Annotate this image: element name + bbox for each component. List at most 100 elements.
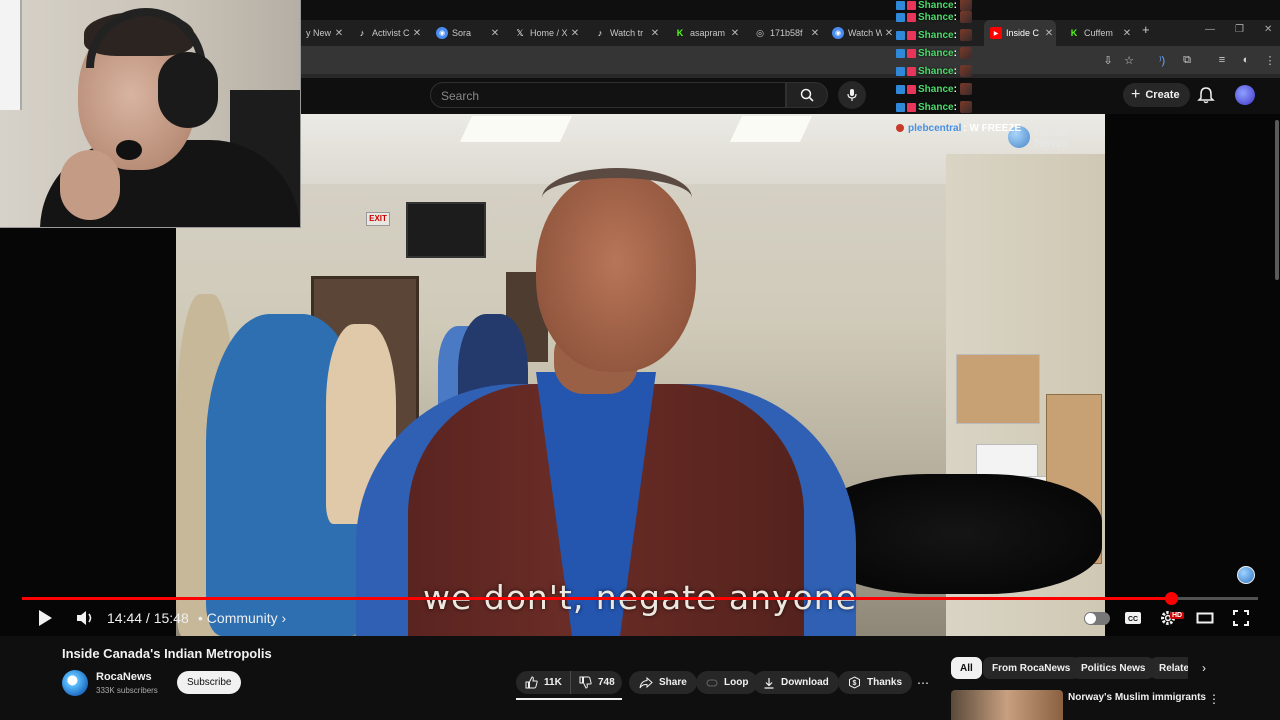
- like-button[interactable]: 11K: [516, 671, 570, 694]
- close-window-icon[interactable]: ✕: [1264, 24, 1272, 35]
- close-tab-icon[interactable]: ✕: [1120, 28, 1134, 39]
- microphone-icon: [116, 140, 142, 160]
- recommended-video-thumbnail[interactable]: [951, 690, 1063, 720]
- chat-username: Shance: [918, 101, 954, 113]
- chat-separator: :: [953, 29, 957, 41]
- close-tab-icon[interactable]: ✕: [808, 28, 822, 39]
- scene-tv: [406, 202, 486, 258]
- close-tab-icon[interactable]: ✕: [882, 28, 896, 39]
- chat-emote-icon: [959, 11, 972, 23]
- search-input[interactable]: Search: [430, 82, 786, 108]
- autoplay-toggle[interactable]: [1084, 612, 1110, 625]
- video-frame: EXIT: [176, 114, 1105, 636]
- fullscreen-button[interactable]: [1231, 609, 1251, 627]
- channel-avatar[interactable]: [62, 670, 88, 696]
- chat-username: plebcentral: [908, 122, 962, 134]
- recommended-video-title[interactable]: Norway's Muslim immigrants: [1068, 692, 1206, 703]
- notifications-bell-icon[interactable]: [1196, 86, 1216, 104]
- page-scrollbar[interactable]: [1275, 120, 1279, 280]
- play-icon[interactable]: [36, 609, 54, 627]
- thumbs-down-icon: [579, 676, 592, 689]
- chat-message: Shance:: [896, 99, 972, 115]
- sub-badge-icon: [907, 48, 916, 58]
- thanks-button[interactable]: $ Thanks: [838, 671, 913, 694]
- time-display: 14:44 / 15:48: [107, 610, 189, 626]
- loop-icon: [706, 679, 718, 686]
- theater-mode-button[interactable]: [1195, 609, 1215, 627]
- search-button[interactable]: [786, 82, 828, 108]
- user-avatar[interactable]: [1235, 85, 1255, 105]
- browser-tab[interactable]: y New ✕: [300, 20, 346, 46]
- tab-label: Cuffem: [1084, 28, 1113, 38]
- close-tab-icon[interactable]: ✕: [568, 28, 582, 39]
- browser-tab[interactable]: K asapram ✕: [668, 20, 742, 46]
- browser-tab[interactable]: ◎ 171b58f ✕: [748, 20, 822, 46]
- browser-tab-active[interactable]: ▶ Inside C ✕: [984, 20, 1056, 46]
- loop-button[interactable]: Loop: [696, 671, 759, 694]
- volume-icon[interactable]: [75, 609, 95, 627]
- download-button[interactable]: Download: [753, 671, 839, 694]
- chevron-right-icon[interactable]: ›: [1196, 660, 1212, 676]
- kick-icon: K: [676, 28, 684, 38]
- channel-name[interactable]: RocaNews: [96, 671, 152, 683]
- browser-tab[interactable]: ◉ Watch W ✕: [826, 20, 896, 46]
- recommended-video-menu[interactable]: ⋮: [1208, 692, 1220, 706]
- create-button[interactable]: + Create: [1123, 83, 1190, 107]
- browser-tab[interactable]: 𝕏 Home / X ✕: [508, 20, 582, 46]
- extension-audio-icon[interactable]: ⁾): [1154, 52, 1170, 68]
- captions-button[interactable]: CC: [1123, 609, 1143, 627]
- globe-icon: ◎: [756, 27, 764, 38]
- webcam-person-hand: [60, 150, 120, 220]
- extensions-puzzle-icon[interactable]: ⧉: [1179, 52, 1195, 68]
- chapter-button[interactable]: • Community ›: [198, 610, 286, 626]
- prime-badge-icon: [896, 102, 905, 112]
- close-tab-icon[interactable]: ✕: [1042, 28, 1056, 39]
- headset-icon: [158, 52, 218, 128]
- tab-label: Activist C: [372, 28, 410, 38]
- close-tab-icon[interactable]: ✕: [488, 28, 502, 39]
- dislike-count: 748: [598, 677, 615, 688]
- bookmark-star-icon[interactable]: ☆: [1121, 52, 1137, 68]
- chip-all[interactable]: All: [951, 657, 982, 679]
- share-label: Share: [659, 677, 687, 688]
- dislike-button[interactable]: 748: [570, 671, 622, 694]
- chat-username: Shance: [918, 29, 954, 41]
- install-app-icon[interactable]: ⇩: [1100, 52, 1116, 68]
- prime-badge-icon: [896, 30, 905, 40]
- microphone-icon: [847, 89, 857, 101]
- browser-tab[interactable]: ♪ Activist C ✕: [350, 20, 424, 46]
- profile-icon[interactable]: ◐: [1238, 52, 1254, 68]
- download-icon: [764, 677, 774, 689]
- scene-light: [729, 116, 813, 142]
- chat-separator: :: [953, 83, 957, 95]
- captions-icon: CC: [1125, 612, 1141, 624]
- close-tab-icon[interactable]: ✕: [332, 28, 346, 39]
- more-actions-button[interactable]: ⋯: [912, 672, 934, 694]
- subscriber-count: 333K subscribers: [96, 686, 158, 695]
- close-tab-icon[interactable]: ✕: [728, 28, 742, 39]
- close-tab-icon[interactable]: ✕: [410, 28, 424, 39]
- sora-icon: ◉: [436, 27, 448, 39]
- subscribe-button[interactable]: Subscribe: [177, 671, 242, 694]
- minimize-icon[interactable]: —: [1205, 24, 1215, 35]
- chip-politics-news[interactable]: Politics News: [1072, 657, 1155, 679]
- sub-badge-icon: [907, 102, 916, 112]
- restore-icon[interactable]: ❐: [1235, 24, 1244, 35]
- video-progress-bar[interactable]: [22, 592, 1258, 605]
- share-arrow-icon: [639, 676, 653, 688]
- media-control-icon[interactable]: ≡: [1214, 52, 1230, 68]
- browser-tab[interactable]: ♪ Watch tr ✕: [588, 20, 662, 46]
- browser-tab[interactable]: ◉ Sora ✕: [430, 20, 502, 46]
- progress-played: [22, 597, 1172, 600]
- new-tab-button[interactable]: +: [1142, 22, 1150, 37]
- voice-search-button[interactable]: [838, 81, 866, 109]
- close-tab-icon[interactable]: ✕: [648, 28, 662, 39]
- chat-separator: :: [953, 47, 957, 59]
- browser-menu-icon[interactable]: ⋮: [1262, 52, 1278, 68]
- chip-related[interactable]: Relate: [1150, 657, 1188, 679]
- share-button[interactable]: Share: [629, 671, 697, 694]
- browser-tab[interactable]: K Cuffem ✕: [1062, 20, 1134, 46]
- chat-message: Shance:: [896, 27, 972, 43]
- chip-from-rocanews[interactable]: From RocaNews: [983, 657, 1080, 679]
- chat-emote-icon: [959, 47, 972, 59]
